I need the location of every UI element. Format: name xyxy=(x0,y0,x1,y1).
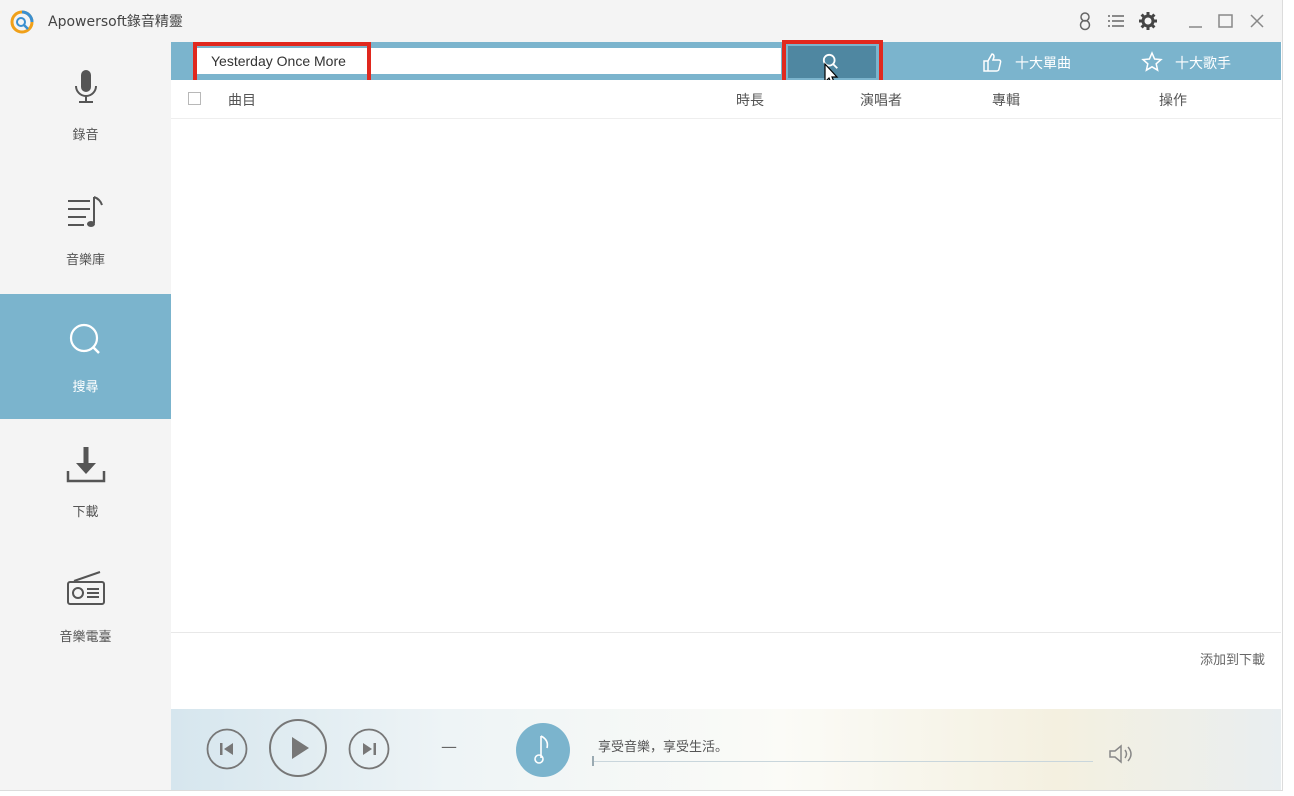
volume-button[interactable] xyxy=(1107,742,1137,766)
sidebar-item-label: 音樂庫 xyxy=(65,253,105,268)
close-icon[interactable] xyxy=(1246,10,1268,32)
results-footer: 添加到下載 xyxy=(171,632,1281,709)
volume-icon xyxy=(1109,744,1132,764)
add-to-download-button[interactable]: 添加到下載 xyxy=(1200,649,1265,668)
download-icon xyxy=(62,441,110,489)
app-logo-icon xyxy=(9,9,35,35)
top-singles-link[interactable]: 十大單曲 xyxy=(981,51,1091,73)
column-header-duration: 時長 xyxy=(736,93,764,109)
sidebar-item-search[interactable]: 搜尋 xyxy=(0,294,171,419)
search-bar: 十大單曲 十大歌手 xyxy=(171,42,1281,80)
now-playing-cover xyxy=(516,723,570,777)
maximize-icon[interactable] xyxy=(1215,10,1237,32)
thumbs-up-icon xyxy=(983,53,1002,72)
app-window: Apowersoft錄音精靈 錄音 音樂庫 搜尋 下載 音樂電臺 Yesterd… xyxy=(0,0,1283,791)
sidebar-item-music-library[interactable]: 音樂庫 xyxy=(0,167,171,292)
time-display: — xyxy=(441,737,457,756)
top-singers-link[interactable]: 十大歌手 xyxy=(1141,51,1251,73)
search-input[interactable] xyxy=(193,48,781,74)
play-icon xyxy=(269,719,327,777)
top-singles-label: 十大單曲 xyxy=(1015,56,1071,72)
column-header-actions: 操作 xyxy=(1159,93,1187,109)
column-header-title: 曲目 xyxy=(228,93,256,109)
sidebar-item-label: 錄音 xyxy=(72,128,99,143)
next-icon xyxy=(348,728,390,770)
previous-track-button[interactable] xyxy=(206,728,248,770)
menu-list-icon[interactable] xyxy=(1105,10,1127,32)
progress-bar[interactable] xyxy=(593,761,1093,762)
gear-icon[interactable] xyxy=(1137,10,1159,32)
sidebar-item-label: 音樂電臺 xyxy=(59,630,112,645)
radio-icon xyxy=(62,566,110,614)
sidebar-item-download[interactable]: 下載 xyxy=(0,419,171,544)
microphone-icon xyxy=(62,64,110,112)
sidebar-item-radio[interactable]: 音樂電臺 xyxy=(0,544,171,669)
sidebar: 錄音 音樂庫 搜尋 下載 音樂電臺 xyxy=(0,42,171,790)
minimize-icon[interactable] xyxy=(1185,10,1207,32)
user-icon[interactable] xyxy=(1074,10,1096,32)
player-slogan: 享受音樂，享受生活。 xyxy=(598,740,729,755)
star-icon xyxy=(1141,51,1163,72)
sidebar-item-label: 搜尋 xyxy=(72,380,99,395)
select-all-checkbox[interactable] xyxy=(188,92,201,105)
sidebar-item-record[interactable]: 錄音 xyxy=(0,42,171,167)
results-table-header: 曲目 時長 演唱者 專輯 操作 xyxy=(171,80,1281,119)
play-button[interactable] xyxy=(268,718,328,778)
music-note-icon xyxy=(534,735,549,764)
app-title: Apowersoft錄音精靈 xyxy=(48,14,183,30)
results-table-body xyxy=(171,119,1281,631)
sidebar-item-label: 下載 xyxy=(72,505,99,520)
music-library-icon xyxy=(62,189,110,237)
title-bar: Apowersoft錄音精靈 xyxy=(0,0,1282,42)
column-header-artist: 演唱者 xyxy=(860,93,902,109)
progress-handle[interactable] xyxy=(592,756,594,766)
top-singers-label: 十大歌手 xyxy=(1175,56,1231,72)
player-bar: — 享受音樂，享受生活。 xyxy=(171,709,1281,790)
previous-icon xyxy=(206,728,248,770)
search-icon xyxy=(62,316,110,364)
next-track-button[interactable] xyxy=(348,728,390,770)
column-header-album: 專輯 xyxy=(992,93,1020,109)
